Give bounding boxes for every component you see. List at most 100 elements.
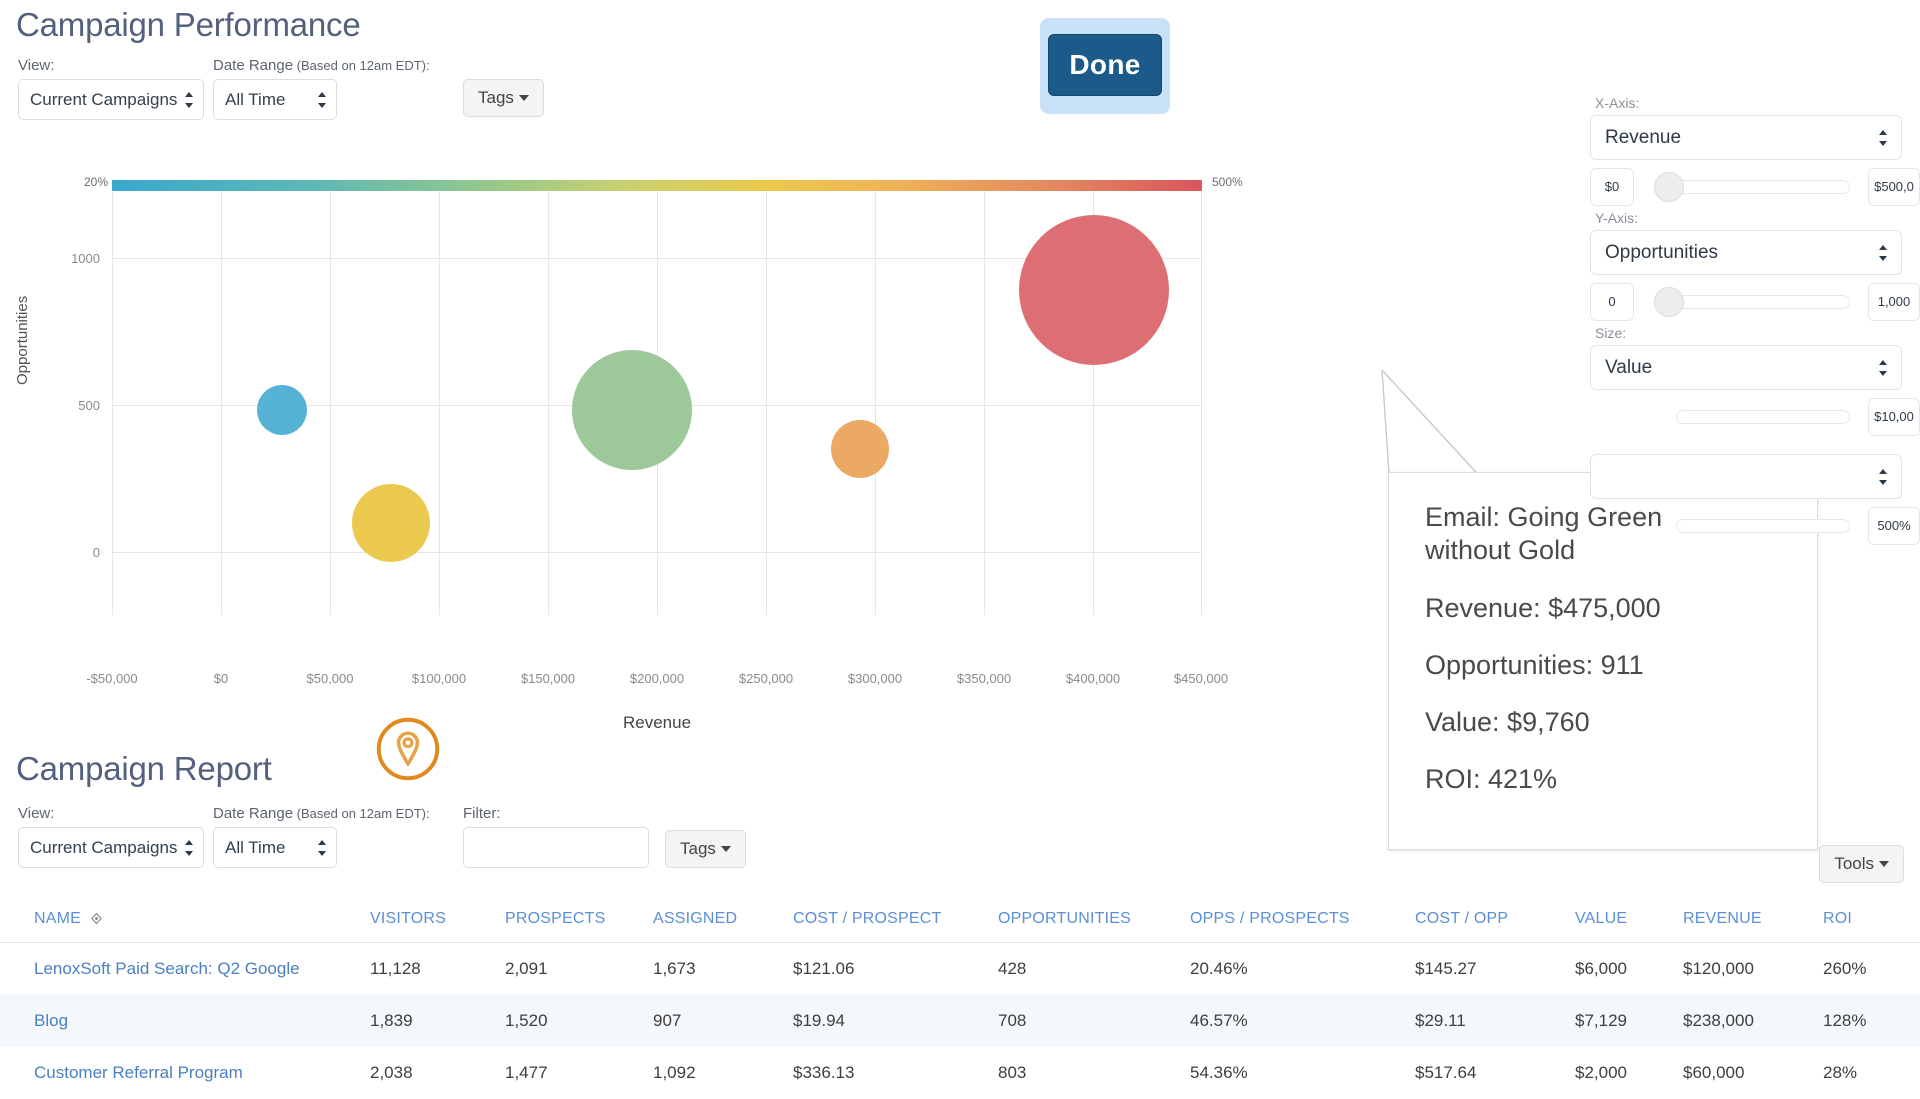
report-view-label: View: [18, 805, 204, 822]
bubble-point-selected[interactable] [1019, 215, 1169, 365]
x-tick-label: $250,000 [739, 671, 793, 686]
performance-view-value: Current Campaigns [30, 90, 177, 109]
bubble-point[interactable] [572, 350, 692, 470]
y-axis-max-input[interactable]: 1,000 [1868, 283, 1920, 321]
slider-knob[interactable] [1654, 172, 1684, 202]
x-tick-label: $100,000 [412, 671, 466, 686]
y-axis-range-row: 0 1,000 [1590, 283, 1920, 321]
x-axis-max-input[interactable]: $500,0 [1868, 168, 1920, 206]
slider-track [1676, 519, 1850, 533]
x-axis-control-label: X-Axis: [1595, 95, 1920, 111]
performance-daterange-select[interactable]: All Time [213, 79, 337, 120]
performance-tags-button[interactable]: Tags [463, 79, 544, 117]
x-tick-label: $450,000 [1174, 671, 1228, 686]
column-header-name[interactable]: NAME [0, 900, 370, 943]
report-title: Campaign Report [16, 752, 272, 787]
bubble-point[interactable] [352, 484, 430, 562]
location-pin-icon[interactable] [375, 716, 441, 782]
cell-value: $7,129 [1575, 995, 1683, 1047]
cell-visitors: 1,839 [370, 995, 505, 1047]
x-tick-label: $150,000 [521, 671, 575, 686]
column-header-value[interactable]: VALUE [1575, 900, 1683, 943]
spinner-icon [1879, 129, 1888, 147]
column-header-cost-per-prospect[interactable]: COST / PROSPECT [793, 900, 998, 943]
column-header-cost-per-opp[interactable]: COST / OPP [1415, 900, 1575, 943]
table-row[interactable]: LenoxSoft Paid Search: Q2 Google 11,128 … [0, 943, 1920, 996]
column-header-assigned[interactable]: ASSIGNED [653, 900, 793, 943]
performance-view-label: View: [18, 57, 204, 74]
size-range-slider[interactable] [1646, 402, 1856, 432]
report-daterange-select[interactable]: All Time [213, 827, 337, 868]
table-row[interactable]: Customer Referral Program 2,038 1,477 1,… [0, 1047, 1920, 1099]
y-axis-select[interactable]: Opportunities [1590, 230, 1902, 275]
axis-controls-panel: X-Axis: Revenue $0 $500,0 Y-Axis: Opport… [1590, 95, 1920, 549]
tooltip-roi: ROI: 421% [1425, 764, 1817, 795]
cell-assigned: 1,673 [653, 943, 793, 996]
cell-name[interactable]: Customer Referral Program [0, 1047, 370, 1099]
report-tags-button[interactable]: Tags [665, 830, 746, 868]
campaign-link[interactable]: Customer Referral Program [34, 1063, 243, 1082]
report-daterange-group: Date Range (Based on 12am EDT): All Time [213, 805, 430, 868]
x-axis-range-slider[interactable] [1646, 172, 1856, 202]
column-header-visitors[interactable]: VISITORS [370, 900, 505, 943]
x-tick-label: $300,000 [848, 671, 902, 686]
tooltip-opportunities: Opportunities: 911 [1425, 650, 1817, 681]
column-header-opportunities[interactable]: OPPORTUNITIES [998, 900, 1190, 943]
x-axis-min-input[interactable]: $0 [1590, 168, 1634, 206]
column-header-revenue[interactable]: REVENUE [1683, 900, 1823, 943]
report-view-value: Current Campaigns [30, 838, 177, 857]
spinner-icon [185, 91, 194, 109]
bubble-point[interactable] [257, 385, 307, 435]
filter-input[interactable] [463, 827, 649, 868]
campaign-link[interactable]: Blog [34, 1011, 68, 1030]
cell-cost-per-opp: $29.11 [1415, 995, 1575, 1047]
color-select[interactable] [1590, 454, 1902, 499]
x-axis-select[interactable]: Revenue [1590, 115, 1902, 160]
x-tick-label: $350,000 [957, 671, 1011, 686]
cell-roi: 28% [1823, 1047, 1920, 1099]
cell-assigned: 907 [653, 995, 793, 1047]
x-tick-label: $200,000 [630, 671, 684, 686]
column-header-opps-per-prospects[interactable]: OPPS / PROSPECTS [1190, 900, 1415, 943]
y-axis-value: Opportunities [1605, 242, 1718, 263]
spinner-icon [318, 839, 327, 857]
report-view-select[interactable]: Current Campaigns [18, 827, 204, 868]
slider-knob[interactable] [1654, 287, 1684, 317]
colorbar-min-label: 20% [84, 175, 108, 189]
campaign-table: NAME VISITORS PROSPECTS ASSIGNED COST / … [0, 900, 1920, 1099]
cell-prospects: 1,477 [505, 1047, 653, 1099]
cell-name[interactable]: Blog [0, 995, 370, 1047]
report-filter-label: Filter: [463, 805, 649, 822]
x-axis-label: Revenue [112, 713, 1202, 733]
column-header-roi[interactable]: ROI [1823, 900, 1920, 943]
cell-visitors: 2,038 [370, 1047, 505, 1099]
performance-daterange-label: Date Range (Based on 12am EDT): [213, 57, 430, 74]
campaign-link[interactable]: LenoxSoft Paid Search: Q2 Google [34, 959, 300, 978]
spinner-icon [1879, 468, 1888, 486]
size-max-input[interactable]: $10,00 [1868, 398, 1920, 436]
report-daterange-value: All Time [225, 838, 285, 857]
size-range-row: $10,00 [1590, 398, 1920, 436]
plot-area: 1000 500 0 -$50,000 $0 $50,000 $100,000 … [112, 191, 1202, 615]
tools-button[interactable]: Tools [1819, 845, 1904, 883]
bubble-point[interactable] [831, 420, 889, 478]
table-row[interactable]: Blog 1,839 1,520 907 $19.94 708 46.57% $… [0, 995, 1920, 1047]
x-axis-value: Revenue [1605, 127, 1681, 148]
sort-icon [91, 913, 102, 924]
x-tick-label: $50,000 [307, 671, 354, 686]
color-max-input[interactable]: 500% [1868, 507, 1920, 545]
size-select[interactable]: Value [1590, 345, 1902, 390]
cell-cost-per-prospect: $336.13 [793, 1047, 998, 1099]
y-axis-range-slider[interactable] [1646, 287, 1856, 317]
cell-cost-per-opp: $145.27 [1415, 943, 1575, 996]
done-button[interactable]: Done [1048, 34, 1162, 96]
column-header-prospects[interactable]: PROSPECTS [505, 900, 653, 943]
color-range-slider[interactable] [1646, 511, 1856, 541]
cell-value: $6,000 [1575, 943, 1683, 996]
y-tick-label: 1000 [40, 251, 100, 266]
report-view-group: View: Current Campaigns [18, 805, 204, 868]
y-axis-min-input[interactable]: 0 [1590, 283, 1634, 321]
performance-view-select[interactable]: Current Campaigns [18, 79, 204, 120]
roi-colorbar [112, 180, 1202, 191]
cell-name[interactable]: LenoxSoft Paid Search: Q2 Google [0, 943, 370, 996]
